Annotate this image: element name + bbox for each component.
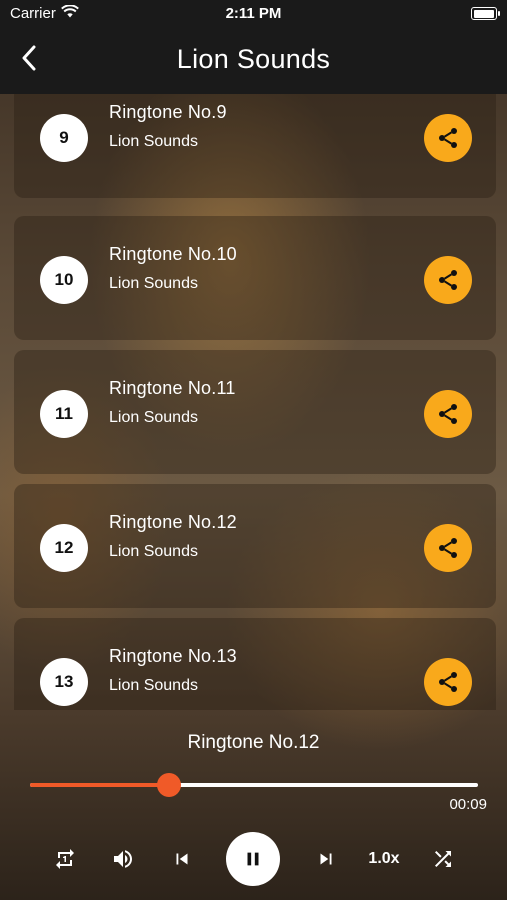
pause-circle	[226, 832, 280, 886]
progress-slider[interactable]	[30, 773, 478, 797]
volume-button[interactable]	[108, 832, 138, 886]
ringtone-number-badge: 12	[40, 524, 88, 572]
status-bar: Carrier 2:11 PM	[0, 0, 507, 28]
ringtone-name: Ringtone No.12	[109, 512, 237, 532]
battery-icon	[471, 7, 500, 20]
share-icon	[439, 672, 457, 692]
share-button[interactable]	[424, 114, 472, 162]
ringtone-number-badge: 13	[40, 658, 88, 706]
ringtone-subtitle: Lion Sounds	[109, 677, 198, 694]
ringtone-name: Ringtone No.9	[109, 102, 227, 122]
ringtone-row[interactable]: 9 Ringtone No.9 Lion Sounds	[14, 94, 496, 198]
elapsed-time: 00:09	[449, 796, 487, 813]
nav-bar: Lion Sounds	[0, 28, 507, 94]
share-icon	[439, 128, 457, 148]
ringtone-number-badge: 9	[40, 114, 88, 162]
share-button[interactable]	[424, 256, 472, 304]
ringtone-number-badge: 11	[40, 390, 88, 438]
next-button[interactable]	[312, 832, 340, 886]
volume-icon	[114, 850, 132, 868]
ringtone-row[interactable]: 11 Ringtone No.11 Lion Sounds	[14, 350, 496, 474]
status-time: 2:11 PM	[225, 5, 282, 22]
ringtone-subtitle: Lion Sounds	[109, 133, 198, 150]
ringtone-subtitle: Lion Sounds	[109, 409, 198, 426]
audio-player: Ringtone No.12 00:09 1.0x	[0, 710, 507, 900]
ringtone-row[interactable]: 12 Ringtone No.12 Lion Sounds	[14, 484, 496, 608]
share-button[interactable]	[424, 390, 472, 438]
share-button[interactable]	[424, 524, 472, 572]
repeat-button[interactable]	[50, 832, 80, 886]
ringtone-subtitle: Lion Sounds	[109, 275, 198, 292]
progress-fill	[30, 783, 169, 787]
share-icon	[439, 538, 457, 558]
share-button[interactable]	[424, 658, 472, 706]
shuffle-button[interactable]	[428, 832, 458, 886]
skip-next-icon	[320, 853, 332, 865]
ringtone-row[interactable]: 10 Ringtone No.10 Lion Sounds	[14, 216, 496, 340]
ringtone-name: Ringtone No.11	[109, 378, 236, 398]
progress-thumb[interactable]	[156, 773, 181, 797]
page-title: Lion Sounds	[176, 44, 331, 74]
share-icon	[439, 404, 457, 424]
previous-button[interactable]	[168, 832, 196, 886]
pause-button[interactable]	[226, 832, 280, 886]
pause-icon	[247, 852, 259, 866]
speed-label: 1.0x	[368, 850, 400, 867]
skip-previous-icon	[176, 853, 188, 865]
ringtone-name: Ringtone No.10	[109, 244, 237, 264]
speed-button[interactable]: 1.0x	[362, 832, 406, 886]
ringtone-number-badge: 10	[40, 256, 88, 304]
shuffle-icon	[435, 851, 451, 867]
ringtone-row[interactable]: 13 Ringtone No.13 Lion Sounds	[14, 618, 496, 710]
player-controls: 1.0x	[0, 832, 507, 886]
ringtone-subtitle: Lion Sounds	[109, 543, 198, 560]
ringtone-name: Ringtone No.13	[109, 646, 237, 666]
ringtone-list[interactable]: 9 Ringtone No.9 Lion Sounds 10 Ringtone …	[0, 94, 507, 710]
share-icon	[439, 270, 457, 290]
repeat-one-icon	[56, 849, 74, 869]
now-playing-title: Ringtone No.12	[187, 732, 320, 753]
